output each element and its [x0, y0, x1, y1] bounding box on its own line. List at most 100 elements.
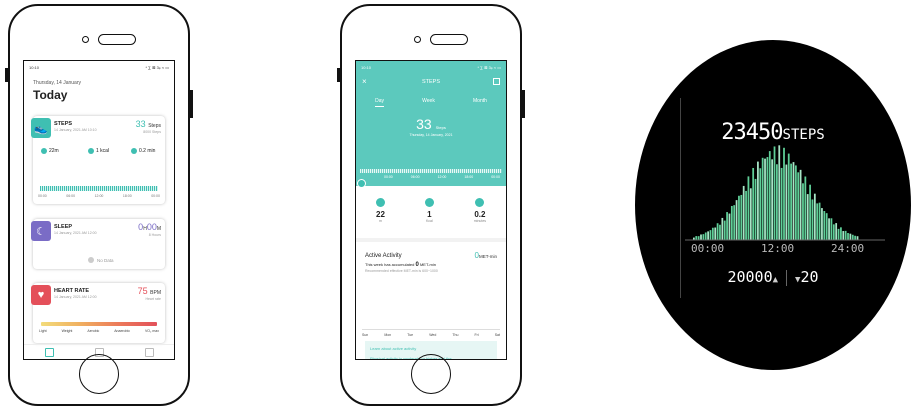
strip-bar: [478, 169, 480, 173]
strip-bar: [496, 169, 498, 173]
axis-tick: 18:00: [464, 175, 474, 179]
location-icon: [375, 198, 385, 207]
strip-bar: [404, 169, 406, 173]
strip-bar: [452, 169, 454, 173]
calendar-icon[interactable]: [493, 78, 500, 85]
watch-histogram-bar: [716, 223, 719, 240]
strip-bar: [58, 186, 60, 191]
strip-bar: [98, 186, 100, 191]
heart-rate-card[interactable]: ♥ HEART RATE 14 January, 2021 AM 12:00 7…: [31, 283, 165, 343]
strip-bar: [110, 186, 112, 191]
watch-histogram-bar: [719, 224, 721, 240]
strip-bar: [488, 169, 490, 173]
sleep-goal: 8 Hours: [148, 233, 161, 237]
watch-histogram-bar: [704, 232, 707, 240]
tab-week[interactable]: Week: [422, 98, 435, 107]
strip-bar: [64, 186, 66, 191]
steps-card[interactable]: 👟 STEPS 14 January, 2021 AM 10:10 33 Ste…: [31, 116, 165, 204]
strip-bar: [54, 186, 56, 191]
strip-bar: [40, 186, 42, 191]
axis-tick: 06:00: [410, 175, 420, 179]
steps-goal: 8000 Steps: [143, 130, 161, 134]
watch-histogram-bar: [813, 193, 816, 240]
speaker: [98, 34, 136, 45]
strip-bar: [440, 169, 442, 173]
strip-bar: [414, 169, 416, 173]
section-divider: [356, 238, 506, 242]
time-scrubber-handle[interactable]: [357, 179, 366, 188]
strip-bar: [382, 169, 384, 173]
distance-stat: 22m: [41, 148, 59, 154]
axis-tick: 00:00: [384, 175, 393, 179]
strip-bar: [94, 186, 96, 191]
tab-today-icon[interactable]: [44, 347, 54, 357]
side-button: [522, 90, 525, 118]
strip-bar: [82, 186, 84, 191]
watch-histogram-bar: [730, 205, 733, 240]
strip-bar: [118, 186, 120, 191]
strip-bar: [396, 169, 398, 173]
strip-bar: [398, 169, 400, 173]
zone-label: Aerobic: [87, 329, 100, 333]
strip-bar: [372, 169, 374, 173]
steps-day-chart: [360, 169, 502, 173]
watch-histogram-bar: [776, 164, 778, 240]
sleep-card[interactable]: ☾ SLEEP 14 January, 2021 AM 12:00 0H00M …: [31, 219, 165, 269]
strip-bar: [144, 186, 146, 191]
watch-histogram-bar: [702, 234, 705, 240]
sleep-no-data: No Data: [88, 257, 114, 263]
tab-profile-icon[interactable]: [144, 347, 154, 357]
tab-day[interactable]: Day: [375, 98, 384, 107]
strip-bar: [464, 169, 466, 173]
heart-value: 75 BPM: [138, 286, 161, 296]
strip-bar: [368, 169, 370, 173]
watch-histogram-bar: [707, 231, 709, 240]
camera-dot: [414, 36, 421, 43]
strip-bar: [418, 169, 420, 173]
side-button: [5, 68, 8, 82]
watch-histogram-bar: [759, 168, 762, 240]
watch-histogram-bar: [747, 176, 750, 240]
watch-histogram-bar: [828, 218, 830, 240]
weekday-axis: Sun Mon Tue Wed Thu Fri Sat: [362, 329, 500, 337]
time-text: 0.2 min: [139, 148, 156, 154]
watch-histogram-bar: [697, 236, 700, 240]
sleep-value: 0H00M: [138, 222, 161, 232]
watch-histogram-bar: [854, 235, 857, 240]
watch-face: 23450STEPS 00:00 12:00 24:00 20000▲ ▼20: [635, 40, 911, 370]
location-icon: [41, 148, 47, 154]
strip-bar: [42, 186, 44, 191]
strip-bar: [494, 169, 496, 173]
axis-tick: 06:00: [66, 194, 76, 198]
strip-bar: [152, 186, 154, 191]
watch-histogram-bar: [787, 153, 790, 240]
strip-bar: [422, 169, 424, 173]
home-button[interactable]: [79, 354, 119, 394]
watch-histogram-bar: [733, 205, 736, 240]
watch-steps-histogram: [685, 145, 885, 241]
axis-tick: 12:00: [94, 194, 104, 198]
day-label: Tue: [407, 333, 414, 337]
strip-bar: [360, 169, 362, 173]
active-activity-title: Active Activity: [365, 253, 402, 259]
watch-histogram-bar: [773, 146, 776, 240]
strip-bar: [92, 186, 94, 191]
strip-bar: [394, 169, 396, 173]
strip-bar: [116, 186, 118, 191]
time-value: 0.2: [474, 210, 486, 219]
watch-histogram-bar: [844, 230, 847, 240]
watch-histogram-bar: [818, 202, 821, 240]
watch-histogram-bar: [851, 234, 854, 240]
strip-bar: [72, 186, 74, 191]
tab-month[interactable]: Month: [473, 98, 487, 107]
strip-bar: [156, 186, 158, 191]
strip-bar: [146, 186, 148, 191]
day-label: Thu: [452, 333, 459, 337]
watch-histogram-bar: [709, 230, 712, 240]
strip-bar: [84, 186, 86, 191]
watch-histogram-bar: [811, 199, 814, 240]
distance-unit: m: [378, 219, 382, 223]
watch-histogram-bar: [766, 157, 769, 240]
home-button[interactable]: [411, 354, 451, 394]
watch-histogram-bar: [778, 145, 781, 240]
